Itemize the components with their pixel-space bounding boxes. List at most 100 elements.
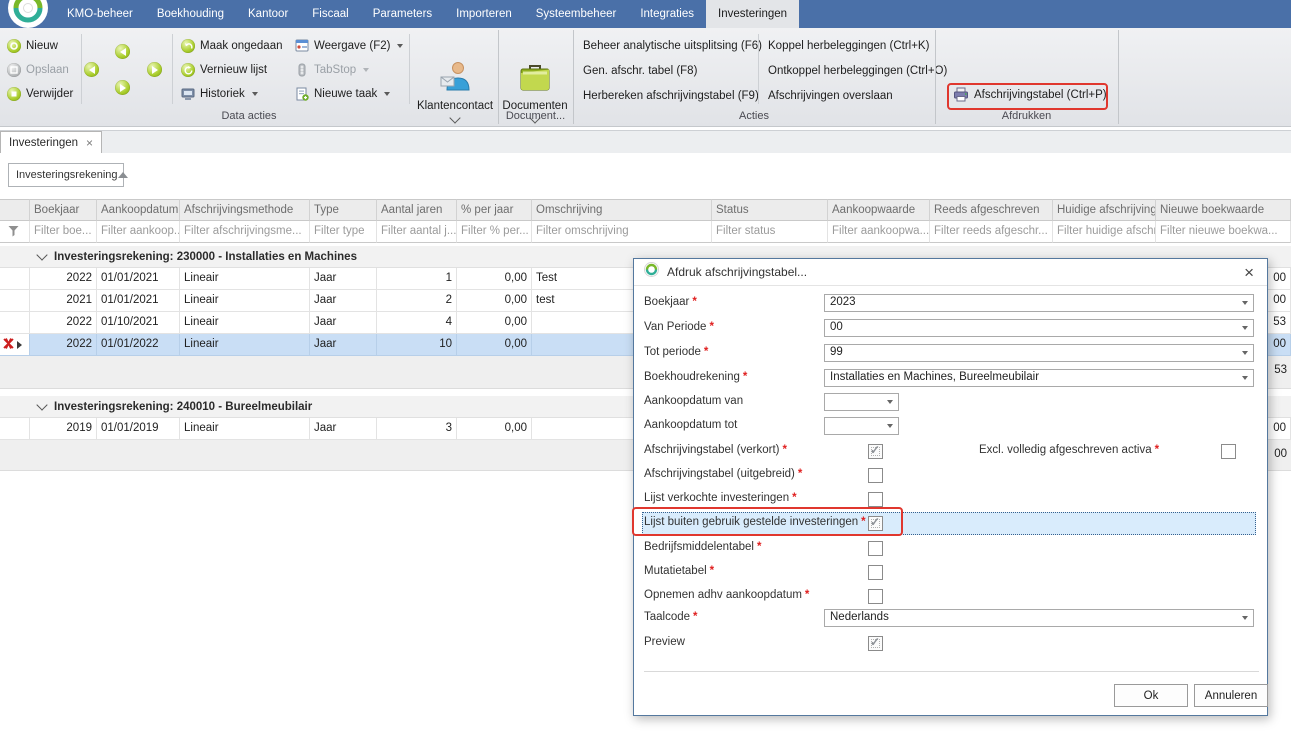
menu-importeren[interactable]: Importeren — [444, 0, 524, 28]
filter-afschrijvingsmethode[interactable]: Filter afschrijvingsme... — [180, 221, 310, 243]
filter-status[interactable]: Filter status — [712, 221, 828, 243]
new-task-dropdown-icon — [384, 92, 390, 96]
header-nieuwe-boekwaarde[interactable]: Nieuwe boekwaarde — [1156, 199, 1291, 221]
manage-analytic-split-button[interactable]: Beheer analytische uitsplitsing (F6) — [583, 40, 762, 52]
field-tabel-verkort: Afschrijvingstabel (verkort)* Excl. voll… — [634, 442, 1267, 462]
menu-kantoor[interactable]: Kantoor — [236, 0, 300, 28]
record-next-button[interactable] — [115, 80, 130, 95]
save-button[interactable]: Opslaan — [7, 60, 69, 80]
tabel-uitgebreid-checkbox[interactable] — [868, 468, 883, 483]
app-logo-icon — [5, 0, 51, 35]
row-deleted-icon — [3, 338, 14, 352]
header-status[interactable]: Status — [712, 199, 828, 221]
van-periode-combo[interactable]: 00 — [824, 319, 1254, 337]
depreciation-table-print-button[interactable]: Afschrijvingstabel (Ctrl+P) — [953, 87, 1107, 102]
menu-integraties[interactable]: Integraties — [628, 0, 706, 28]
boekhoudrekening-combo[interactable]: Installaties en Machines, Bureelmeubilai… — [824, 369, 1254, 387]
delete-button[interactable]: Verwijder — [7, 84, 73, 104]
cancel-button[interactable]: Annuleren — [1194, 684, 1268, 707]
group-by-button[interactable]: Investeringsrekening — [8, 163, 124, 187]
menu-fiscaal[interactable]: Fiscaal — [300, 0, 360, 28]
field-tot-periode: Tot periode* 99 — [634, 344, 1267, 364]
collapse-chevron-icon[interactable] — [36, 249, 47, 260]
preview-checkbox[interactable] — [868, 636, 883, 651]
field-opnemen-adhv: Opnemen adhv aankoopdatum* — [634, 587, 1267, 607]
dialog-logo-icon — [644, 262, 659, 282]
record-last-button[interactable] — [147, 62, 162, 77]
field-mutatietabel: Mutatietabel* — [634, 563, 1267, 583]
header-boekjaar[interactable]: Boekjaar — [30, 199, 97, 221]
record-first-button[interactable] — [84, 62, 99, 77]
mutatietabel-checkbox[interactable] — [868, 565, 883, 580]
header-indicator — [0, 199, 30, 221]
header-aankoopwaarde[interactable]: Aankoopwaarde — [828, 199, 930, 221]
combo-arrow-icon — [1242, 351, 1248, 355]
menu-systeembeheer[interactable]: Systeembeheer — [524, 0, 629, 28]
header-aankoopdatum[interactable]: Aankoopdatum — [97, 199, 180, 221]
buiten-gebruik-checkbox[interactable] — [868, 516, 883, 531]
header-aantal-jaren[interactable]: Aantal jaren — [377, 199, 457, 221]
filter-reeds-afgeschreven[interactable]: Filter reeds afgeschr... — [930, 221, 1053, 243]
header-huidige-afschrijving[interactable]: Huidige afschrijving — [1053, 199, 1156, 221]
field-boekhoudrekening: Boekhoudrekening* Installaties en Machin… — [634, 369, 1267, 389]
view-f2-button[interactable]: Weergave (F2) — [295, 36, 403, 56]
aankoopdatum-tot-combo[interactable] — [824, 417, 899, 435]
tabstop-button[interactable]: TabStop — [295, 60, 369, 80]
filter-omschrijving[interactable]: Filter omschrijving — [532, 221, 712, 243]
field-boekjaar: Boekjaar* 2023 — [634, 294, 1267, 314]
filter-aankoopwaarde[interactable]: Filter aankoopwa... — [828, 221, 930, 243]
tab-close-icon[interactable]: × — [86, 136, 93, 150]
ok-button[interactable]: Ok — [1114, 684, 1188, 707]
generate-depreciation-table-button[interactable]: Gen. afschr. tabel (F8) — [583, 65, 697, 77]
menu-parameters[interactable]: Parameters — [361, 0, 444, 28]
history-dropdown-icon — [252, 92, 258, 96]
opnemen-adhv-checkbox[interactable] — [868, 589, 883, 604]
field-buiten-gebruik: Lijst buiten gebruik gestelde investerin… — [634, 514, 1267, 534]
new-task-button[interactable]: Nieuwe taak — [295, 84, 390, 104]
menu-investeringen-active[interactable]: Investeringen — [706, 0, 799, 28]
header-pct-per-jaar[interactable]: % per jaar — [457, 199, 532, 221]
menu-kmo-beheer[interactable]: KMO-beheer — [55, 0, 145, 28]
record-prev-button[interactable] — [115, 44, 130, 59]
verkochte-checkbox[interactable] — [868, 492, 883, 507]
tabel-verkort-checkbox[interactable] — [868, 444, 883, 459]
filter-boekjaar[interactable]: Filter boe... — [30, 221, 97, 243]
skip-depreciations-button[interactable]: Afschrijvingen overslaan — [768, 90, 893, 102]
filter-nieuwe-boekwaarde[interactable]: Filter nieuwe boekwa... — [1156, 221, 1291, 243]
header-omschrijving[interactable]: Omschrijving — [532, 199, 712, 221]
undo-button[interactable]: Maak ongedaan — [181, 36, 282, 56]
dialog-close-icon[interactable]: × — [1241, 264, 1257, 281]
menu-boekhouding[interactable]: Boekhouding — [145, 0, 236, 28]
delete-icon — [7, 87, 21, 101]
refresh-list-button[interactable]: Vernieuw lijst — [181, 60, 267, 80]
sort-ascending-icon — [118, 172, 128, 178]
filter-pct-per-jaar[interactable]: Filter % per... — [457, 221, 532, 243]
collapse-chevron-icon[interactable] — [36, 399, 47, 410]
header-reeds-afgeschreven[interactable]: Reeds afgeschreven — [930, 199, 1053, 221]
excl-afgeschreven-checkbox[interactable] — [1221, 444, 1236, 459]
filter-icon-cell[interactable] — [0, 221, 30, 243]
current-row-arrow-icon — [17, 341, 22, 349]
tot-periode-combo[interactable]: 99 — [824, 344, 1254, 362]
filter-type[interactable]: Filter type — [310, 221, 377, 243]
aankoopdatum-van-combo[interactable] — [824, 393, 899, 411]
tab-investeringen[interactable]: Investeringen × — [0, 131, 102, 154]
document-tab-bar: Investeringen × — [0, 130, 1291, 153]
filter-huidige-afschrijving[interactable]: Filter huidige afschrijv... — [1053, 221, 1156, 243]
link-reinvestments-button[interactable]: Koppel herbeleggingen (Ctrl+K) — [768, 40, 929, 52]
recalculate-depreciation-table-button[interactable]: Herbereken afschrijvingstabel (F9) — [583, 90, 759, 102]
new-button[interactable]: Nieuw — [7, 36, 58, 56]
header-afschrijvingsmethode[interactable]: Afschrijvingsmethode — [180, 199, 310, 221]
taalcode-combo[interactable]: Nederlands — [824, 609, 1254, 627]
filter-aankoopdatum[interactable]: Filter aankoop... — [97, 221, 180, 243]
bedrijfsmiddelen-checkbox[interactable] — [868, 541, 883, 556]
header-type[interactable]: Type — [310, 199, 377, 221]
history-button[interactable]: Historiek — [181, 84, 258, 104]
boekjaar-combo[interactable]: 2023 — [824, 294, 1254, 312]
combo-arrow-icon — [1242, 616, 1248, 620]
unlink-reinvestments-button[interactable]: Ontkoppel herbeleggingen (Ctrl+O) — [768, 65, 947, 77]
application-window: KMO-beheer Boekhouding Kantoor Fiscaal P… — [0, 0, 1291, 731]
filter-aantal-jaren[interactable]: Filter aantal j... — [377, 221, 457, 243]
dialog-title-bar[interactable]: Afdruk afschrijvingstabel... × — [634, 259, 1267, 286]
group-label-afdrukken: Afdrukken — [935, 110, 1118, 126]
